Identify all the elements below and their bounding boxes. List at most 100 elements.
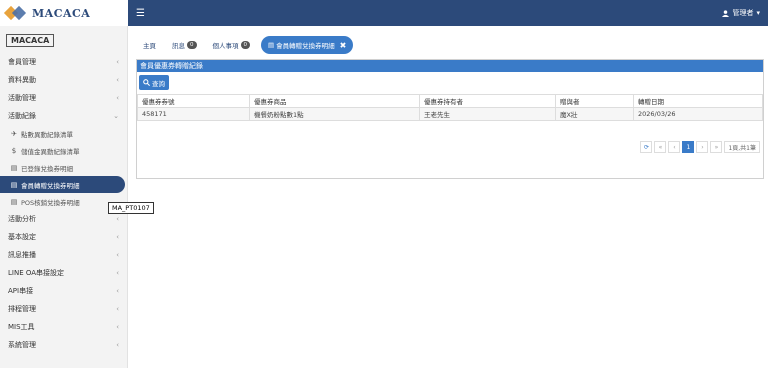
chevron-left-icon: ‹: [116, 58, 119, 66]
chevron-left-icon: ‹: [116, 323, 119, 331]
sidebar-item-label: MIS工具: [8, 323, 35, 331]
prev-page-icon[interactable]: ‹: [668, 141, 681, 153]
document-icon: ▤: [268, 41, 275, 49]
records-panel: 會員優惠券轉贈紀錄 查詢 優惠券券號 優惠券商品 優惠券持有者 贈與者 轉贈日期…: [136, 59, 764, 179]
chevron-left-icon: ‹: [116, 305, 119, 313]
sidebar-subitem-member-transfer-coupons[interactable]: ▤ 會員轉贈兌換券明細: [0, 176, 125, 193]
sidebar-item-api[interactable]: API串接 ‹: [0, 282, 127, 300]
column-header[interactable]: 優惠券券號: [137, 94, 250, 108]
search-icon: [143, 79, 150, 86]
document-icon: ▤: [10, 163, 18, 172]
dollar-icon: $: [11, 146, 17, 155]
chevron-left-icon: ‹: [116, 287, 119, 295]
sidebar: MACACA 會員管理 ‹ 資料異動 ‹ 活動管理 ‹ 活動紀錄 ⌄ ✈ 點數異動紀錄清…: [0, 26, 128, 368]
tab-messages[interactable]: 訊息 0: [167, 40, 202, 50]
chevron-left-icon: ‹: [116, 76, 119, 84]
tab-label: 會員轉贈兌換券明細: [276, 42, 335, 50]
chevron-left-icon: ‹: [116, 233, 119, 241]
sidebar-subitem-label: POS核銷兌換券明細: [21, 198, 80, 207]
tab-home[interactable]: 主頁: [138, 40, 161, 50]
last-page-icon[interactable]: »: [710, 141, 723, 153]
sidebar-subitem-label: 點數異動紀錄清單: [21, 130, 73, 139]
sidebar-item-data-change[interactable]: 資料異動 ‹: [0, 71, 127, 89]
user-icon: [722, 9, 730, 17]
count-badge: 0: [187, 41, 197, 49]
sidebar-subitem-label: 儲值金異動紀錄清單: [21, 147, 80, 156]
sidebar-item-label: 資料異動: [8, 76, 36, 84]
count-badge: 0: [240, 41, 250, 49]
column-header[interactable]: 贈與者: [555, 94, 634, 108]
hamburger-menu-icon[interactable]: ☰: [136, 8, 145, 19]
main-content: 主頁 訊息 0 個人事項 0 ▤ 會員轉贈兌換券明細 ✖ 會員優惠券轉贈紀錄 查詢 …: [128, 26, 768, 368]
tab-personal-items[interactable]: 個人事項 0: [208, 40, 256, 50]
table-cell: 458171: [137, 107, 250, 121]
sidebar-item-mis-tools[interactable]: MIS工具 ‹: [0, 318, 127, 336]
records-table: 優惠券券號 優惠券商品 優惠券持有者 贈與者 轉贈日期 458171 機餐奶粉點…: [137, 94, 763, 121]
chevron-down-icon: ⌄: [113, 112, 119, 120]
page-number[interactable]: 1: [682, 141, 695, 153]
column-header[interactable]: 優惠券商品: [249, 94, 420, 108]
document-icon: ▤: [10, 197, 18, 206]
sidebar-item-label: 系統管理: [8, 341, 36, 349]
tab-label: 訊息: [172, 42, 185, 50]
sidebar-brand: MACACA: [6, 34, 55, 47]
column-header[interactable]: 優惠券持有者: [419, 94, 556, 108]
chevron-left-icon: ‹: [116, 269, 119, 277]
sidebar-item-label: 排程管理: [8, 305, 36, 313]
query-button[interactable]: 查詢: [139, 75, 169, 90]
pagination: ⟳ « ‹ 1 › » 1頁,共1筆: [640, 141, 760, 153]
sidebar-item-activity-records[interactable]: 活動紀錄 ⌄: [0, 107, 127, 125]
panel-toolbar: 查詢: [137, 72, 763, 94]
table-header-row: 優惠券券號 優惠券商品 優惠券持有者 贈與者 轉贈日期: [137, 94, 763, 108]
first-page-icon[interactable]: «: [654, 141, 667, 153]
next-page-icon[interactable]: ›: [696, 141, 709, 153]
table-row[interactable]: 458171 機餐奶粉點數1點 王老先生 魔X壯 2026/03/26: [137, 107, 763, 121]
sidebar-item-label: LINE OA串接設定: [8, 269, 65, 277]
sidebar-item-label: API串接: [8, 287, 34, 295]
sidebar-item-label: 活動管理: [8, 94, 36, 102]
tab-label: 個人事項: [212, 42, 239, 50]
sidebar-item-label: 活動紀錄: [8, 112, 36, 120]
sidebar-item-label: 活動分析: [8, 215, 36, 223]
chevron-left-icon: ‹: [116, 341, 119, 349]
tab-bar: 主頁 訊息 0 個人事項 0 ▤ 會員轉贈兌換券明細 ✖: [138, 36, 354, 54]
table-cell: 王老先生: [419, 107, 556, 121]
sidebar-item-push-messages[interactable]: 訊息推播 ‹: [0, 246, 127, 264]
sidebar-item-label: 訊息推播: [8, 251, 36, 259]
page-info: 1頁,共1筆: [724, 141, 760, 153]
sidebar-subitem-stored-value-change[interactable]: $ 儲值金異動紀錄清單: [0, 142, 127, 159]
refresh-icon[interactable]: ⟳: [640, 141, 653, 153]
column-header[interactable]: 轉贈日期: [633, 94, 763, 108]
sidebar-item-line-oa-settings[interactable]: LINE OA串接設定 ‹: [0, 264, 127, 282]
sidebar-subitem-registered-coupons[interactable]: ▤ 已登錄兌換券明細: [0, 159, 127, 176]
table-cell: 機餐奶粉點數1點: [249, 107, 420, 121]
document-icon: ▤: [10, 180, 18, 189]
sidebar-item-basic-settings[interactable]: 基本設定 ‹: [0, 228, 127, 246]
user-name: 管理者: [732, 9, 754, 17]
sidebar-item-label: 基本設定: [8, 233, 36, 241]
close-icon[interactable]: ✖: [340, 41, 347, 50]
chevron-left-icon: ‹: [116, 215, 119, 223]
top-bar: MACACA ☰ 管理者 ▾: [0, 0, 768, 26]
sidebar-item-member-management[interactable]: 會員管理 ‹: [0, 53, 127, 71]
plane-icon: ✈: [11, 129, 17, 138]
sidebar-item-activity-management[interactable]: 活動管理 ‹: [0, 89, 127, 107]
sidebar-item-system-management[interactable]: 系統管理 ‹: [0, 336, 127, 354]
chevron-left-icon: ‹: [116, 94, 119, 102]
chevron-left-icon: ‹: [116, 251, 119, 259]
panel-title: 會員優惠券轉贈紀錄: [137, 60, 763, 72]
caret-down-icon: ▾: [756, 9, 760, 17]
tab-member-transfer-coupons[interactable]: ▤ 會員轉贈兌換券明細 ✖: [261, 36, 354, 54]
logo[interactable]: MACACA: [0, 0, 128, 26]
table-cell: 魔X壯: [555, 107, 634, 121]
sidebar-subitem-label: 會員轉贈兌換券明細: [21, 181, 80, 190]
query-button-label: 查詢: [152, 80, 165, 88]
navbar: ☰ 管理者 ▾: [128, 0, 768, 26]
sidebar-item-label: 會員管理: [8, 58, 36, 66]
logo-icon: [3, 5, 28, 21]
sidebar-subitem-label: 已登錄兌換券明細: [21, 164, 73, 173]
logo-text: MACACA: [32, 6, 91, 20]
sidebar-subitem-points-change[interactable]: ✈ 點數異動紀錄清單: [0, 125, 127, 142]
user-menu[interactable]: 管理者 ▾: [722, 8, 760, 18]
sidebar-item-schedule[interactable]: 排程管理 ‹: [0, 300, 127, 318]
